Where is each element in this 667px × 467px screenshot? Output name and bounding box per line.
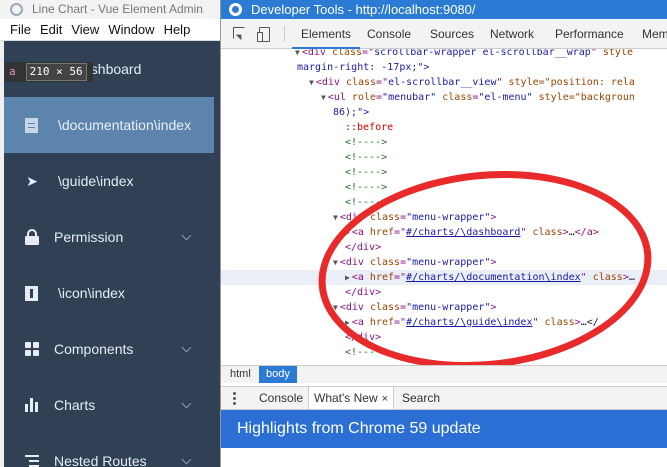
chevron-down-icon (182, 232, 192, 242)
devtools-window: Developer Tools - http://localhost:9080/… (220, 0, 667, 467)
dom-line[interactable]: 86);"> (333, 105, 667, 120)
drawer-tab-console[interactable]: Console (253, 387, 309, 409)
devtools-logo-icon (229, 3, 242, 16)
dom-line[interactable]: <div class="scrollbar-wrapper el-scrollb… (295, 49, 667, 60)
drawer-tab-bar: Console What's New × Search (221, 386, 667, 410)
inspect-element-icon[interactable] (233, 27, 247, 41)
devtools-title: Developer Tools - http://localhost:9080/ (251, 2, 476, 17)
breadcrumb-body[interactable]: body (259, 366, 297, 383)
tab-network[interactable]: Network (490, 19, 534, 49)
sidebar-item-icon[interactable]: \icon\index (4, 265, 214, 321)
menu-edit[interactable]: Edit (31, 19, 62, 41)
app-menubar: File Edit View Window Help (0, 19, 220, 41)
documentation-icon (25, 117, 38, 133)
nested-list-icon (25, 454, 39, 467)
dom-line[interactable]: <!----> (345, 150, 667, 165)
breadcrumb-html[interactable]: html (223, 366, 258, 383)
vue-logo-icon (10, 3, 23, 16)
more-vertical-icon[interactable] (233, 392, 237, 406)
menu-window[interactable]: Window (99, 19, 154, 41)
dom-line[interactable]: <div class="el-scrollbar__view" style="p… (309, 75, 667, 90)
sidebar-item-components[interactable]: Components (4, 321, 214, 377)
drawer-tab-search[interactable]: Search (396, 387, 446, 409)
menu-view[interactable]: View (62, 19, 99, 41)
app-titlebar: Line Chart - Vue Element Admin (0, 0, 220, 19)
drawer-tab-whats-new[interactable]: What's New × (308, 387, 395, 409)
sidebar-item-nested-routes[interactable]: Nested Routes (4, 433, 214, 467)
tab-sources[interactable]: Sources (430, 19, 474, 49)
device-toolbar-icon[interactable] (257, 27, 271, 42)
sidebar-item-label: \icon\index (58, 285, 125, 301)
whats-new-banner: Highlights from Chrome 59 update (221, 410, 667, 448)
sidebar-item-guide[interactable]: ➤ \guide\index (4, 153, 214, 209)
sidebar: ashboard \documentation\index ➤ \guide\i… (4, 41, 220, 467)
tab-memory[interactable]: Memory (642, 19, 667, 49)
menu-file[interactable]: File (0, 19, 31, 41)
devtools-titlebar: Developer Tools - http://localhost:9080/ (221, 0, 667, 19)
sidebar-item-documentation[interactable]: \documentation\index (4, 97, 214, 153)
inspect-tooltip: a 210 × 56 (5, 62, 93, 82)
tab-performance[interactable]: Performance (555, 19, 624, 49)
dom-breadcrumb: html body (221, 365, 667, 383)
dom-line[interactable]: ::before (345, 120, 667, 135)
drawer-tab-label: What's New (314, 391, 378, 405)
whats-new-content (221, 448, 667, 467)
app-window: Line Chart - Vue Element Admin File Edit V… (0, 0, 220, 467)
sidebar-item-label: \documentation\index (58, 117, 192, 133)
tab-console[interactable]: Console (367, 19, 411, 49)
dom-line[interactable]: <ul role="menubar" class="el-menu" style… (321, 90, 667, 105)
chevron-down-icon (182, 344, 192, 354)
bar-chart-icon (25, 398, 39, 412)
dom-line[interactable]: margin-right: -17px;"> (297, 60, 667, 75)
dom-line[interactable]: <!----> (345, 135, 667, 150)
chevron-down-icon (182, 400, 192, 410)
sidebar-item-label: Charts (54, 397, 96, 413)
close-icon[interactable]: × (382, 393, 388, 405)
send-icon: ➤ (26, 173, 38, 189)
inspect-tooltip-size: 210 × 56 (25, 63, 87, 81)
devtools-tab-bar: Elements Console Sources Network Perform… (221, 19, 667, 49)
sidebar-item-permission[interactable]: Permission (4, 209, 214, 265)
divider (284, 26, 285, 42)
sidebar-item-label: Permission (54, 229, 124, 245)
screen: Line Chart - Vue Element Admin File Edit V… (0, 0, 667, 467)
sidebar-item-label: Components (54, 341, 134, 357)
icon-box-icon (25, 285, 38, 301)
grid-icon (25, 342, 39, 356)
inspect-tooltip-tag: a (9, 65, 16, 78)
app-title: Line Chart - Vue Element Admin (32, 2, 203, 16)
sidebar-item-label: \guide\index (58, 173, 134, 189)
tab-elements[interactable]: Elements (292, 19, 361, 49)
menu-help[interactable]: Help (155, 19, 191, 41)
sidebar-item-label: Nested Routes (54, 453, 147, 467)
lock-icon (25, 229, 39, 245)
chevron-down-icon (182, 456, 192, 466)
sidebar-item-charts[interactable]: Charts (4, 377, 214, 433)
